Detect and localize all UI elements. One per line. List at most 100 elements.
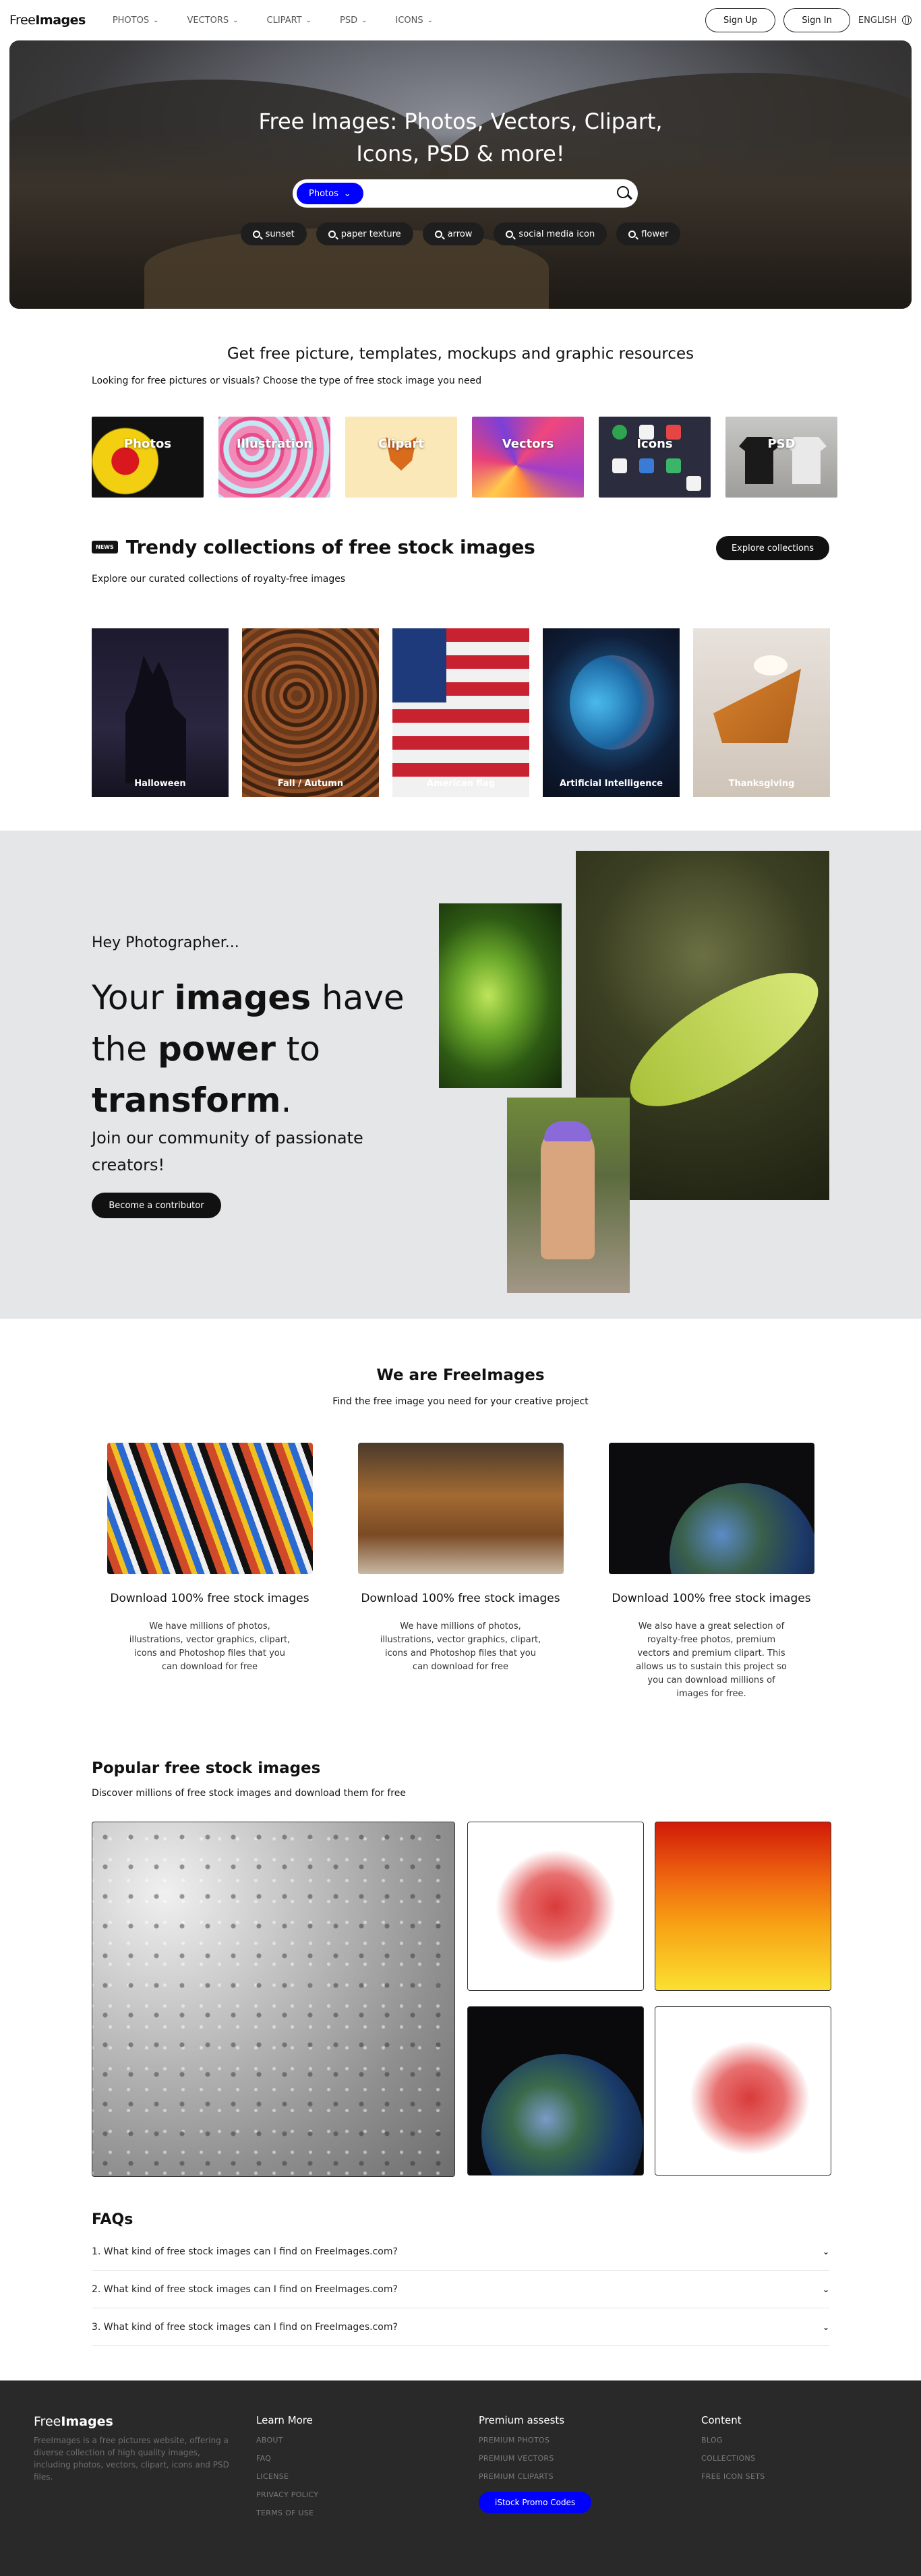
search-icon [434,230,442,238]
faq-item[interactable]: 1. What kind of free stock images can I … [92,2233,829,2271]
suggestion-chip[interactable]: social media icon [494,222,607,245]
chevron-down-icon: ⌄ [822,2284,829,2294]
photographer-greeting: Hey Photographer... [92,934,239,951]
search-icon [328,230,336,238]
leaf-photo [439,903,562,1088]
news-badge: NEWS [92,541,118,553]
trendy-title: Trendy collections of free stock images [125,536,535,558]
suggestion-chip[interactable]: paper texture [316,222,413,245]
footer-heading: Content [701,2414,742,2426]
top-nav: FreeImages PHOTOS ⌄ VECTORS ⌄ CLIPART ⌄ PSD… [0,0,921,40]
hero-banner: Free Images: Photos, Vectors, Clipart, I… [9,40,912,309]
footer-link-license[interactable]: LICENSE [256,2472,318,2481]
search-icon[interactable] [614,183,634,204]
footer-logo[interactable]: FreeImages [34,2414,236,2429]
chevron-down-icon: ⌄ [822,2322,829,2332]
search-suggestions: sunset paper texture arrow social media … [9,222,912,245]
chevron-down-icon: ⌄ [153,16,159,24]
footer-link-terms[interactable]: TERMS OF USE [256,2509,318,2517]
collection-card-fall[interactable]: Fall / Autumn [242,628,379,797]
nav-item-clipart[interactable]: CLIPART ⌄ [267,16,311,26]
chevron-down-icon: ⌄ [427,16,434,24]
feature-image [357,1443,564,1574]
suggestion-chip[interactable]: sunset [240,222,307,245]
collection-card-ai[interactable]: Artificial Intelligence [543,628,680,797]
popular-image-raindrops[interactable] [92,1822,455,2177]
feature-column: Download 100% free stock images We have … [343,1443,578,1701]
footer-link-privacy[interactable]: PRIVACY POLICY [256,2490,318,2499]
suggestion-chip[interactable]: arrow [422,222,485,245]
type-card-illustration[interactable]: Illustration [218,417,330,498]
collection-card-halloween[interactable]: Halloween [92,628,229,797]
search-icon [506,230,514,238]
site-logo[interactable]: FreeImages [9,13,86,28]
search-bar: Photos ⌄ [293,179,638,208]
footer-content: Content BLOG COLLECTIONS FREE ICON SETS [701,2414,765,2490]
chevron-down-icon: ⌄ [305,16,312,24]
search-icon [628,230,636,238]
footer-link-icon-sets[interactable]: FREE ICON SETS [701,2472,765,2481]
type-card-clipart[interactable]: Clipart [345,417,457,498]
feature-heading: Download 100% free stock images [612,1592,811,1605]
footer-link-premium-vectors[interactable]: PREMIUM VECTORS [479,2454,591,2463]
nav-right: Sign Up Sign In ENGLISH [705,8,912,32]
nav-item-vectors[interactable]: VECTORS ⌄ [187,16,238,26]
resources-title: Get free picture, templates, mockups and… [227,345,694,363]
sign-up-button[interactable]: Sign Up [705,8,776,32]
collection-card-thanksgiving[interactable]: Thanksgiving [693,628,830,797]
popular-image-ink[interactable] [655,2006,831,2176]
popular-subtitle: Discover millions of free stock images a… [92,1788,406,1799]
search-input[interactable] [363,183,614,204]
footer-heading: Premium assests [479,2414,565,2426]
language-selector[interactable]: ENGLISH [858,16,912,26]
hiker-photo [507,1098,630,1293]
footer-link-faq[interactable]: FAQ [256,2454,318,2463]
popular-image-fire[interactable] [655,1822,831,1991]
photographer-headline: Your images have the power to transform. [92,978,405,1120]
type-card-vectors[interactable]: Vectors [472,417,584,498]
search-icon [252,230,260,238]
footer-link-premium-cliparts[interactable]: PREMIUM CLIPARTS [479,2472,591,2481]
popular-title: Popular free stock images [92,1760,321,1777]
feature-column: Download 100% free stock images We have … [92,1443,328,1701]
feature-text: We also have a great selection of royalt… [636,1621,787,1699]
explore-collections-button[interactable]: Explore collections [716,536,829,560]
search-type-select[interactable]: Photos ⌄ [297,183,363,204]
popular-image-ink[interactable] [467,1822,644,1991]
feature-text: We have millions of photos, illustration… [380,1621,541,1672]
nav-item-photos[interactable]: PHOTOS ⌄ [113,16,159,26]
type-card-psd[interactable]: PSD [725,417,837,498]
trendy-subtitle: Explore our curated collections of royal… [92,574,346,585]
sign-in-button[interactable]: Sign In [783,8,850,32]
footer-link-blog[interactable]: BLOG [701,2436,765,2445]
footer: FreeImages FreeImages is a free pictures… [0,2380,921,2576]
we-are-title: We are FreeImages [376,1367,545,1384]
type-card-icons[interactable]: Icons [599,417,711,498]
collection-list: Halloween Fall / Autumn American flag Ar… [92,628,830,797]
feature-image [107,1443,313,1574]
popular-image-earth[interactable] [467,2006,644,2176]
globe-icon [902,16,912,25]
type-card-photos[interactable]: Photos [92,417,204,498]
nav-item-icons[interactable]: ICONS ⌄ [396,16,434,26]
feature-columns: Download 100% free stock images We have … [92,1443,829,1701]
faq-item[interactable]: 3. What kind of free stock images can I … [92,2308,829,2346]
footer-link-about[interactable]: ABOUT [256,2436,318,2445]
feature-image [608,1443,814,1574]
photographer-join-text: Join our community of passionate creator… [92,1129,363,1174]
chevron-down-icon: ⌄ [361,16,367,24]
nav-menu: PHOTOS ⌄ VECTORS ⌄ CLIPART ⌄ PSD ⌄ ICONS ⌄ [113,16,461,26]
we-are-subtitle: Find the free image you need for your cr… [332,1396,589,1407]
become-contributor-button[interactable]: Become a contributor [92,1193,221,1218]
chevron-down-icon: ⌄ [343,188,351,199]
faq-item[interactable]: 2. What kind of free stock images can I … [92,2271,829,2308]
istock-promo-button[interactable]: iStock Promo Codes [479,2492,592,2513]
suggestion-chip[interactable]: flower [616,222,681,245]
chevron-down-icon: ⌄ [822,2246,829,2256]
feature-text: We have millions of photos, illustration… [129,1621,291,1672]
nav-item-psd[interactable]: PSD ⌄ [340,16,367,26]
collection-card-american-flag[interactable]: American flag [392,628,529,797]
footer-brand: FreeImages FreeImages is a free pictures… [34,2414,236,2483]
footer-link-premium-photos[interactable]: PREMIUM PHOTOS [479,2436,591,2445]
footer-link-collections[interactable]: COLLECTIONS [701,2454,765,2463]
